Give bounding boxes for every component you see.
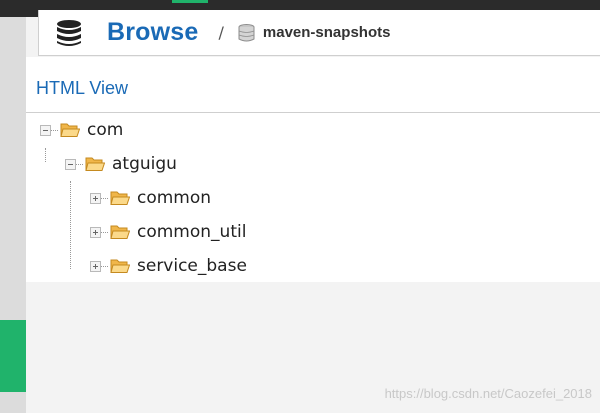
tree-node-atguigu[interactable]: atguigu — [65, 153, 177, 175]
tree-node-label[interactable]: com — [87, 120, 123, 140]
browse-content: HTML View com atguigu common common_util… — [26, 57, 600, 282]
tree-node-common[interactable]: common — [90, 187, 211, 209]
tree-connector — [76, 163, 83, 165]
breadcrumb-repository[interactable]: maven-snapshots — [263, 24, 391, 41]
tree-node-service-base[interactable]: service_base — [90, 255, 247, 277]
folder-open-icon — [110, 191, 130, 205]
breadcrumb-separator: / — [218, 23, 224, 42]
watermark-text: https://blog.csdn.net/Caozefei_2018 — [384, 386, 592, 401]
tree-connector — [101, 197, 108, 199]
left-sidebar — [0, 17, 26, 413]
folder-open-icon — [110, 225, 130, 239]
page-title[interactable]: Browse — [107, 18, 199, 47]
tree-connector — [101, 231, 108, 233]
tree-node-com[interactable]: com — [40, 119, 123, 141]
tree-node-label[interactable]: service_base — [137, 256, 247, 276]
browse-header: Browse / maven-snapshots — [38, 10, 600, 56]
folder-open-icon — [110, 259, 130, 273]
tree-guide-line — [70, 181, 71, 269]
tree-connector — [101, 265, 108, 267]
folder-open-icon — [85, 157, 105, 171]
empty-area: https://blog.csdn.net/Caozefei_2018 — [26, 282, 600, 413]
database-icon — [57, 19, 81, 46]
collapse-toggle[interactable] — [65, 158, 76, 170]
tree-node-label[interactable]: common_util — [137, 222, 246, 242]
tree-node-label[interactable]: atguigu — [112, 154, 177, 174]
collapse-toggle[interactable] — [40, 124, 51, 136]
expand-toggle[interactable] — [90, 226, 101, 238]
expand-toggle[interactable] — [90, 260, 101, 272]
tree-node-common-util[interactable]: common_util — [90, 221, 246, 243]
html-view-link[interactable]: HTML View — [36, 78, 128, 99]
folder-open-icon — [60, 123, 80, 137]
repository-icon — [238, 23, 255, 41]
tree-node-label[interactable]: common — [137, 188, 211, 208]
tree-connector — [51, 129, 58, 131]
divider — [26, 112, 600, 113]
expand-toggle[interactable] — [90, 192, 101, 204]
tree-guide-line — [45, 148, 46, 162]
sidebar-active-marker[interactable] — [0, 320, 26, 392]
active-tab-indicator — [172, 0, 208, 3]
